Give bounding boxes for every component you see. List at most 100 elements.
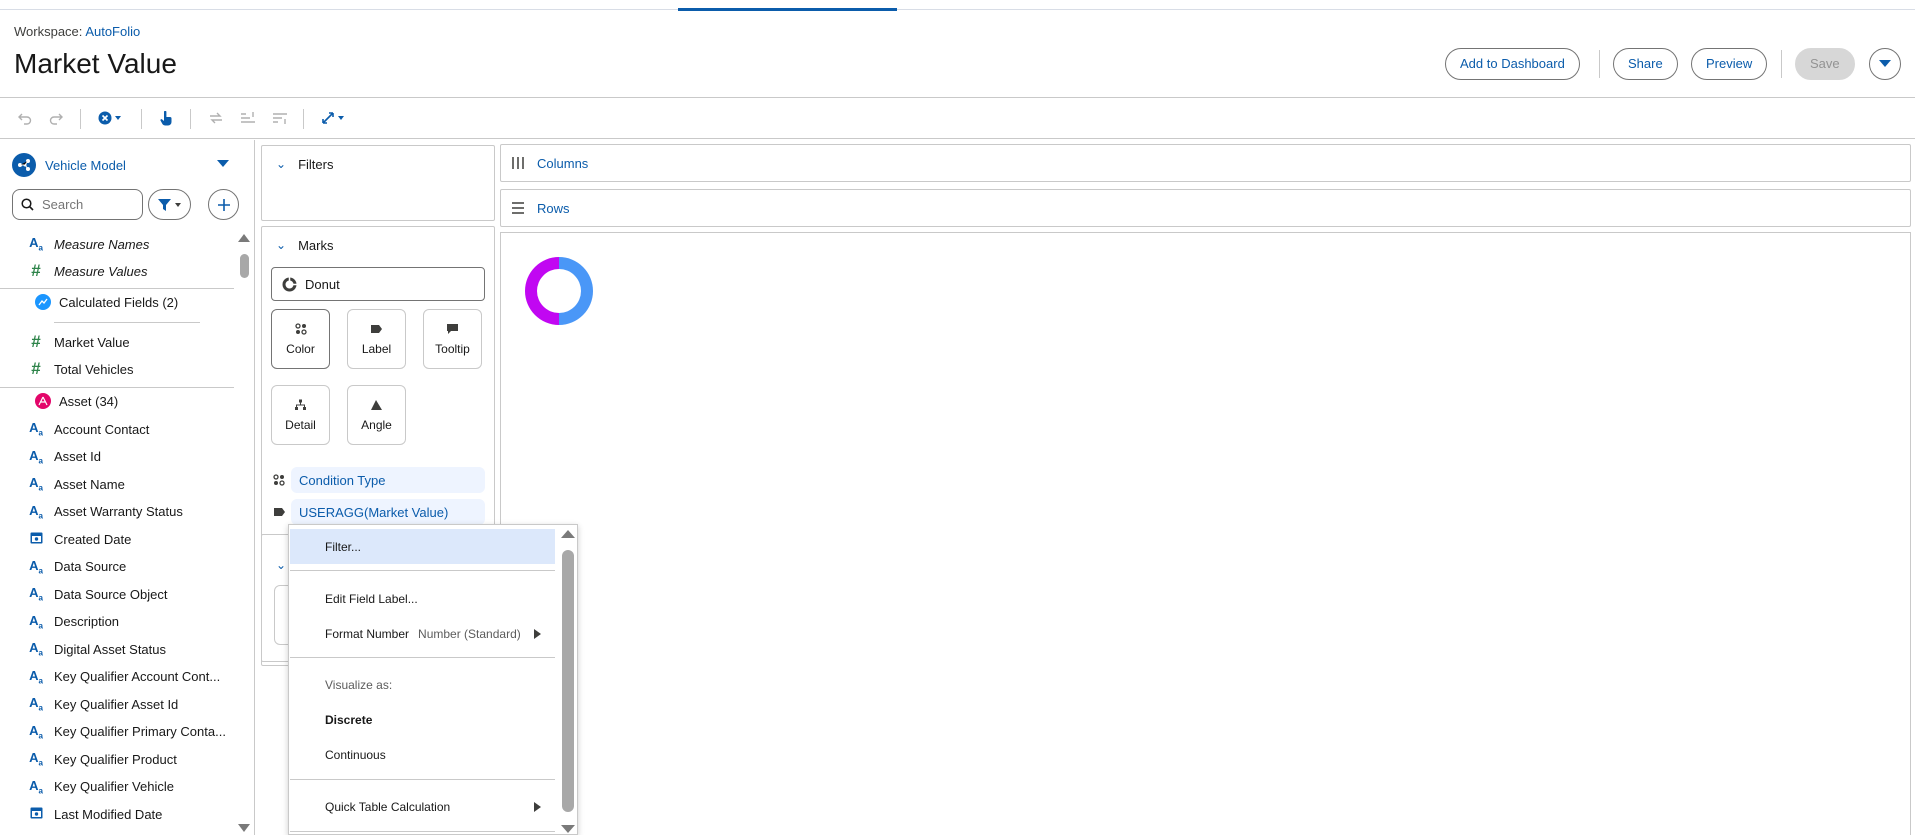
- menu-item-label: Discrete: [325, 712, 373, 727]
- search-input[interactable]: [42, 197, 132, 212]
- scroll-up-icon[interactable]: [561, 530, 575, 538]
- donut-slice[interactable]: [525, 257, 559, 325]
- data-pane: Vehicle Model Aa Measure Names # Measure…: [0, 140, 255, 835]
- filters-card-header[interactable]: ⌄ Filters: [262, 146, 333, 182]
- field-item[interactable]: Aa Account Contact: [0, 418, 234, 440]
- undo-icon[interactable]: [17, 108, 33, 128]
- menu-item-filter[interactable]: Filter...: [290, 529, 555, 564]
- columns-label: Columns: [537, 155, 589, 171]
- field-item[interactable]: Aa Key Qualifier Primary Conta...: [0, 721, 234, 743]
- menu-scrollbar[interactable]: [557, 525, 577, 834]
- detail-property-button[interactable]: Detail: [271, 385, 330, 445]
- field-label: Key Qualifier Account Cont...: [54, 669, 221, 684]
- scroll-thumb[interactable]: [562, 550, 574, 812]
- rows-icon: [512, 202, 524, 214]
- scroll-up-icon[interactable]: [238, 233, 250, 243]
- angle-property-button[interactable]: Angle: [347, 385, 406, 445]
- field-item[interactable]: Last Modified Date: [0, 803, 234, 825]
- field-item[interactable]: Aa Asset Id: [0, 446, 234, 468]
- tag-icon: [370, 322, 383, 336]
- field-filter-button[interactable]: [148, 189, 191, 220]
- workspace-link[interactable]: AutoFolio: [85, 24, 140, 39]
- donut-chart[interactable]: [517, 249, 601, 333]
- menu-section-label: Visualize as:: [325, 677, 393, 692]
- chevron-down-icon: ⌄: [276, 238, 287, 252]
- scroll-down-icon[interactable]: [561, 825, 575, 833]
- property-label: Label: [361, 342, 392, 356]
- toolbar-divider: [141, 109, 142, 129]
- field-item[interactable]: Aa Description: [0, 611, 234, 633]
- field-item[interactable]: Aa Data Source Object: [0, 583, 234, 605]
- header-divider: [1599, 50, 1600, 78]
- field-item[interactable]: Aa Key Qualifier Account Cont...: [0, 666, 234, 688]
- field-item[interactable]: Aa Key Qualifier Product: [0, 748, 234, 770]
- field-item[interactable]: Aa Data Source: [0, 556, 234, 578]
- tooltip-property-button[interactable]: Tooltip: [423, 309, 482, 369]
- scroll-down-icon[interactable]: [238, 823, 250, 833]
- menu-item-discrete[interactable]: Discrete: [290, 702, 555, 737]
- fit-expand-icon[interactable]: [320, 108, 348, 128]
- sort-descending-icon[interactable]: [271, 108, 289, 128]
- field-item[interactable]: Aa Key Qualifier Vehicle: [0, 776, 234, 798]
- measure-field-icon: #: [31, 261, 41, 280]
- field-group-calculated[interactable]: Calculated Fields (2): [0, 291, 234, 313]
- add-field-button[interactable]: [208, 189, 239, 220]
- field-item[interactable]: Aa Asset Warranty Status: [0, 501, 234, 523]
- menu-divider: [290, 831, 555, 832]
- field-item[interactable]: Aa Asset Name: [0, 473, 234, 495]
- text-field-icon: Aa: [29, 667, 43, 686]
- caret-down-icon[interactable]: [217, 160, 229, 167]
- scroll-thumb[interactable]: [240, 254, 249, 278]
- clear-icon[interactable]: [97, 108, 125, 128]
- donut-icon: [282, 276, 297, 291]
- viz-canvas[interactable]: [500, 232, 1911, 835]
- field-item[interactable]: # Market Value: [0, 331, 234, 353]
- chevron-down-icon: ⌄: [276, 157, 287, 171]
- speech-bubble-icon: [446, 322, 459, 336]
- label-property-button[interactable]: Label: [347, 309, 406, 369]
- mark-type-select[interactable]: Donut: [271, 267, 485, 301]
- swap-icon[interactable]: [207, 108, 225, 128]
- field-label: Key Qualifier Primary Conta...: [54, 724, 226, 739]
- text-field-icon: Aa: [29, 235, 43, 253]
- text-field-icon: Aa: [29, 640, 43, 658]
- more-actions-button[interactable]: [1869, 48, 1901, 80]
- field-item[interactable]: Created Date: [0, 528, 234, 550]
- preview-button[interactable]: Preview: [1691, 48, 1768, 80]
- field-item[interactable]: Aa Measure Names: [0, 233, 234, 255]
- hand-pointer-icon[interactable]: [158, 108, 174, 128]
- page-title: Market Value: [14, 48, 177, 79]
- search-icon: [21, 198, 34, 211]
- field-search[interactable]: [12, 189, 143, 220]
- donut-slice[interactable]: [559, 257, 593, 325]
- text-field-icon: Aa: [29, 420, 43, 438]
- data-source-selector[interactable]: Vehicle Model: [12, 152, 232, 178]
- field-list-scrollbar[interactable]: [238, 233, 250, 833]
- color-field-pill[interactable]: Condition Type: [291, 467, 485, 493]
- text-field-icon: Aa: [29, 695, 43, 713]
- menu-item-edit-field-label[interactable]: Edit Field Label...: [290, 581, 555, 616]
- field-item[interactable]: Aa Digital Asset Status: [0, 638, 234, 660]
- redo-icon[interactable]: [48, 108, 64, 128]
- sort-ascending-icon[interactable]: [239, 108, 257, 128]
- menu-item-continuous[interactable]: Continuous: [290, 737, 555, 772]
- pill-context-menu: Filter... Edit Field Label... Format Num…: [288, 524, 578, 835]
- field-item[interactable]: Aa Key Qualifier Asset Id: [0, 693, 234, 715]
- field-item[interactable]: # Measure Values: [0, 260, 234, 282]
- add-to-dashboard-button[interactable]: Add to Dashboard: [1445, 48, 1580, 80]
- top-tab-strip: [0, 0, 1915, 11]
- field-item[interactable]: # Total Vehicles: [0, 358, 234, 380]
- menu-item-quick-table-calculation[interactable]: Quick Table Calculation: [290, 789, 555, 824]
- color-property-button[interactable]: Color: [271, 309, 330, 369]
- menu-item-format-number[interactable]: Format Number Number (Standard): [290, 616, 555, 651]
- field-label: Created Date: [54, 531, 132, 547]
- columns-shelf[interactable]: Columns: [500, 144, 1911, 182]
- menu-item-label: Continuous: [325, 747, 386, 762]
- label-field-pill[interactable]: USERAGG(Market Value): [291, 499, 485, 525]
- rows-shelf[interactable]: Rows: [500, 189, 1911, 227]
- share-button[interactable]: Share: [1613, 48, 1678, 80]
- marks-card-header[interactable]: ⌄ Marks: [262, 227, 333, 263]
- data-source-label: Vehicle Model: [45, 157, 126, 173]
- field-group-asset[interactable]: Asset (34): [0, 390, 234, 412]
- save-button[interactable]: Save: [1795, 48, 1855, 80]
